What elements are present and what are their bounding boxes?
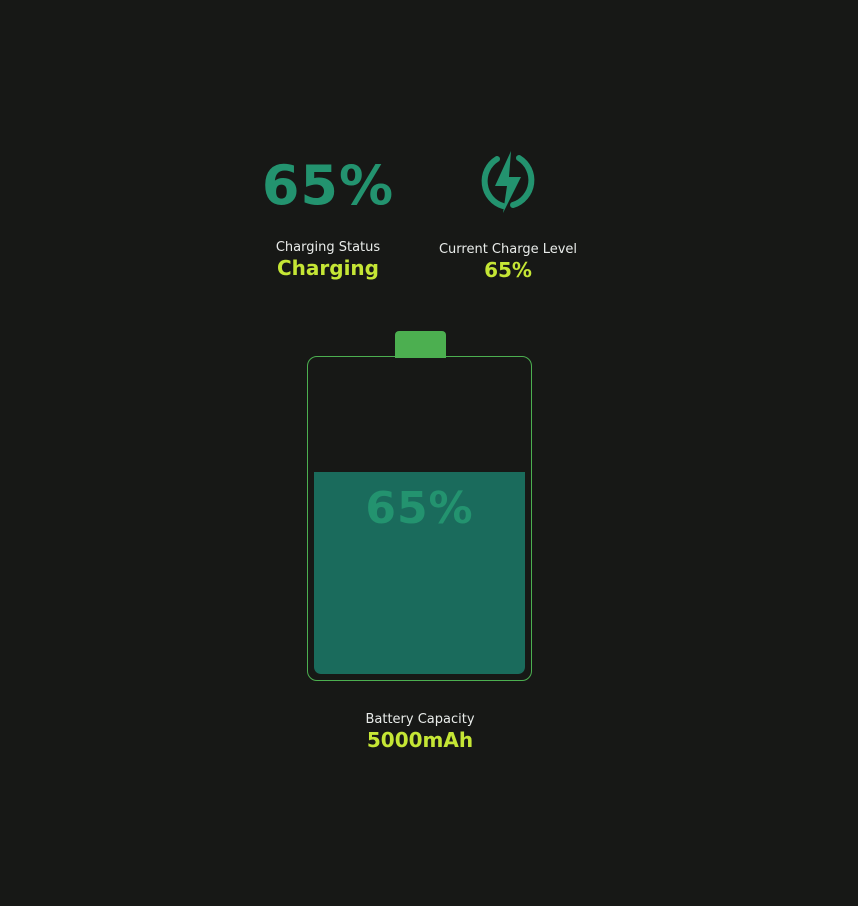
charge-level-value: 65% xyxy=(484,258,532,282)
charge-level-block: Current Charge Level 65% xyxy=(418,242,598,282)
charge-percent-display: 65% xyxy=(261,154,395,217)
battery-capacity-block: Battery Capacity 5000mAh xyxy=(340,712,500,752)
battery-fill-percent-label: 65% xyxy=(365,483,474,534)
battery-terminal xyxy=(395,331,446,358)
lightning-bolt-icon xyxy=(481,151,535,213)
charging-status-label: Charging Status xyxy=(275,240,381,255)
battery-capacity-value: 5000mAh xyxy=(366,728,474,752)
charge-level-label: Current Charge Level xyxy=(438,242,578,257)
battery-inner: 65% xyxy=(314,363,525,674)
battery-capacity-label: Battery Capacity xyxy=(365,712,475,727)
charging-status-value: Charging xyxy=(276,256,379,280)
charging-status-block: Charging Status Charging xyxy=(248,240,408,280)
battery-dashboard: 65% Charging Status Charging Current Cha… xyxy=(0,0,858,906)
battery-body: 65% xyxy=(307,356,532,681)
